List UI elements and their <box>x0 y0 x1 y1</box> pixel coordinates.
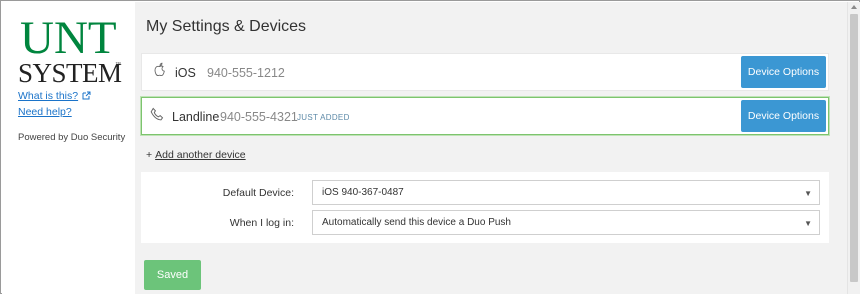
just-added-badge: JUST ADDED <box>297 113 350 122</box>
what-is-this-label: What is this? <box>18 90 79 102</box>
unt-system-logo: UNT SYSTEM ™ <box>18 12 122 88</box>
device-options-button-ios[interactable]: Device Options <box>741 56 826 88</box>
login-action-value: Automatically send this device a Duo Pus… <box>322 217 511 228</box>
duo-settings-frame: UNT SYSTEM ™ What is this? Need help? Po… <box>0 0 860 294</box>
device-options-button-landline[interactable]: Device Options <box>741 100 826 132</box>
device-card-landline: Landline 940-555-4321 JUST ADDED Device … <box>141 97 829 135</box>
need-help-link[interactable]: Need help? <box>18 106 72 118</box>
device-name-landline: Landline <box>172 110 220 124</box>
default-device-label: Default Device: <box>222 187 294 199</box>
logo-trademark: ™ <box>115 62 121 68</box>
powered-by-text: Powered by Duo Security <box>18 132 126 143</box>
settings-box: Default Device: iOS 940-367-0487 ▼ When … <box>141 172 829 243</box>
device-number-landline: 940-555-4321 <box>220 110 298 124</box>
apple-icon <box>154 62 166 82</box>
login-action-select[interactable]: Automatically send this device a Duo Pus… <box>312 210 820 235</box>
add-another-device-link[interactable]: Add another device <box>155 149 245 161</box>
chevron-down-icon: ▼ <box>804 219 812 228</box>
settings-main: My Settings & Devices iOS 940-555-1212 D… <box>135 2 847 294</box>
sidebar: UNT SYSTEM ™ What is this? Need help? Po… <box>2 2 135 294</box>
add-device-row: + Add another device <box>146 149 246 161</box>
phone-icon <box>150 107 166 128</box>
external-link-icon <box>82 91 91 103</box>
scroll-up-arrow-icon[interactable] <box>851 5 857 9</box>
saved-button[interactable]: Saved <box>144 260 201 290</box>
default-device-select[interactable]: iOS 940-367-0487 ▼ <box>312 180 820 205</box>
page-title: My Settings & Devices <box>146 18 307 35</box>
device-name-ios: iOS <box>175 66 196 80</box>
chevron-down-icon: ▼ <box>804 189 812 198</box>
logo-unt-text: UNT <box>20 12 117 64</box>
default-device-value: iOS 940-367-0487 <box>322 187 404 198</box>
device-number-ios: 940-555-1212 <box>207 66 285 80</box>
when-i-log-in-label: When I log in: <box>229 217 294 229</box>
vertical-scrollbar[interactable] <box>847 2 860 294</box>
plus-icon: + <box>146 149 153 161</box>
logo-system-text: SYSTEM <box>18 58 122 88</box>
what-is-this-link[interactable]: What is this? <box>18 90 91 103</box>
device-card-ios: iOS 940-555-1212 Device Options <box>141 53 829 91</box>
scroll-thumb[interactable] <box>850 14 858 282</box>
